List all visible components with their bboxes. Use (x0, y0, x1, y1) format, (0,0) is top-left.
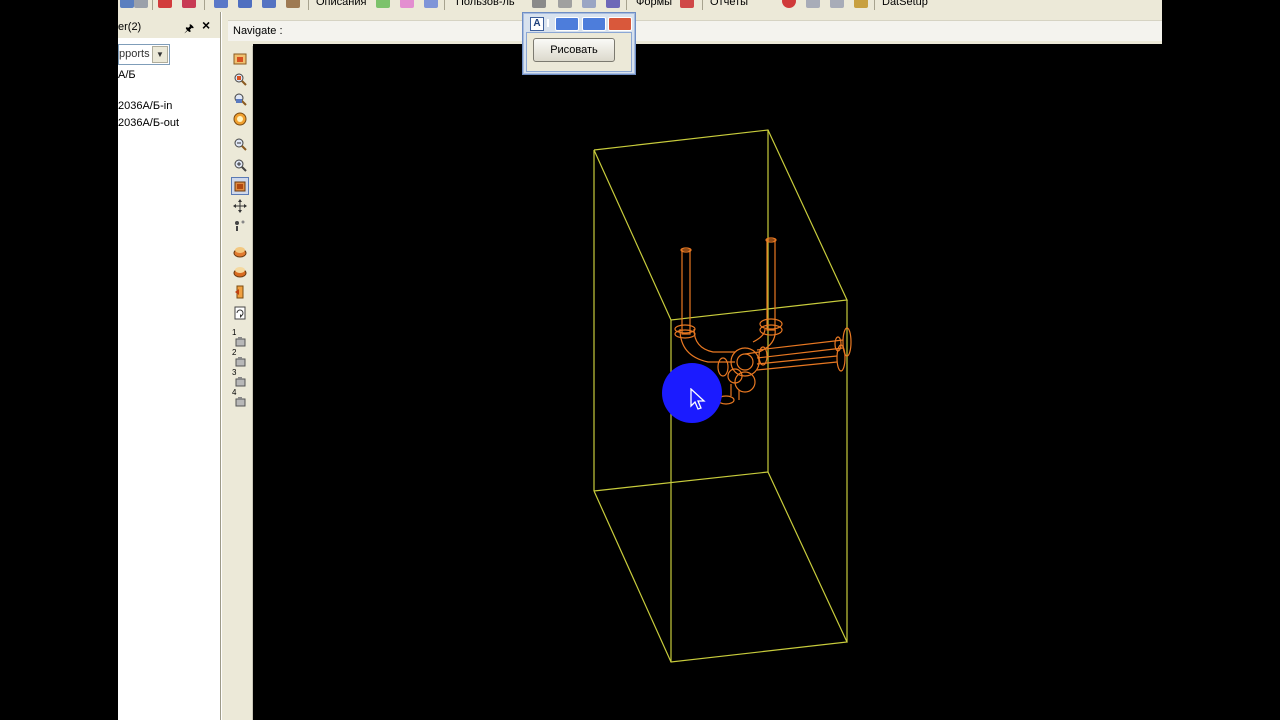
layer-2-icon[interactable] (238, 0, 252, 8)
menu-dataset[interactable]: DatSetup (882, 0, 928, 8)
tree-item[interactable]: А/Б (118, 69, 136, 81)
user-tool-4-icon[interactable] (606, 0, 620, 8)
user-tool-1-icon[interactable] (532, 0, 546, 8)
navigate-bar: Navigate : (228, 20, 1162, 41)
view-toolbar: 1 2 3 4 (228, 46, 253, 720)
zoom-icon[interactable] (232, 157, 248, 173)
zoom-in-icon[interactable] (232, 136, 248, 152)
pointer-icon[interactable] (134, 0, 148, 8)
open-model-icon[interactable] (232, 51, 248, 67)
pan-icon[interactable] (232, 198, 248, 214)
saved-view-2-icon[interactable] (232, 353, 248, 369)
rotate-icon[interactable] (232, 305, 248, 321)
tree-item[interactable]: 2036А/Б-in (118, 100, 172, 112)
forms-icon[interactable] (680, 0, 694, 8)
report-1-icon[interactable] (806, 0, 820, 8)
zoom-window-icon[interactable] (232, 71, 248, 87)
render-icon[interactable] (232, 264, 248, 280)
saved-view-3-icon[interactable] (232, 373, 248, 389)
dialog-body: Рисовать (526, 32, 632, 72)
user-tool-3-icon[interactable] (582, 0, 596, 8)
saved-view-1-icon[interactable] (232, 333, 248, 349)
stop-icon[interactable] (782, 0, 796, 8)
draw-dialog: A Рисовать (522, 12, 636, 75)
close-icon[interactable]: × (202, 17, 210, 33)
pink-doc-icon[interactable] (400, 0, 414, 8)
chevron-down-icon[interactable]: ▼ (152, 46, 168, 63)
remove-icon[interactable] (182, 0, 196, 8)
tree-item[interactable]: 2036А/Б-out (118, 117, 179, 129)
zoom-out-icon[interactable] (232, 91, 248, 107)
letterbox-right (1162, 0, 1280, 720)
user-tool-2-icon[interactable] (558, 0, 572, 8)
application-window: Описания Пользов-ль Формы Отчеты DatSetu… (118, 0, 1162, 720)
filter-dropdown[interactable]: pports ▼ (118, 44, 170, 65)
menu-user[interactable]: Пользов-ль (456, 0, 515, 8)
back-icon[interactable] (120, 0, 134, 8)
separator-icon (547, 19, 549, 27)
menu-description[interactable]: Описания (316, 0, 366, 8)
saved-view-4-icon[interactable] (232, 393, 248, 409)
menu-forms[interactable]: Формы (636, 0, 672, 8)
pin-icon[interactable]: 🖈︎ (184, 20, 194, 39)
mouse-cursor-icon (690, 388, 706, 410)
delete-icon[interactable] (158, 0, 172, 8)
section-icon[interactable] (232, 284, 248, 300)
navigate-label: Navigate : (233, 25, 283, 37)
shaded-view-icon[interactable] (231, 177, 249, 195)
minimize-icon[interactable] (555, 17, 579, 31)
menu-reports[interactable]: Отчеты (710, 0, 748, 8)
layer-1-icon[interactable] (214, 0, 228, 8)
close-icon[interactable] (608, 17, 632, 31)
blue-doc-icon[interactable] (424, 0, 438, 8)
zoom-extents-icon[interactable] (232, 111, 248, 127)
report-3-icon[interactable] (854, 0, 868, 8)
model-explorer-panel: er(2) 🖈︎ × pports ▼ А/Б 2036А/Б-in 2036А… (118, 12, 221, 720)
layer-3-icon[interactable] (262, 0, 276, 8)
walk-icon[interactable] (232, 218, 248, 234)
report-2-icon[interactable] (830, 0, 844, 8)
filter-value: pports (119, 48, 150, 60)
panel-splitter[interactable] (221, 12, 228, 720)
explorer-header: er(2) 🖈︎ × (118, 12, 220, 38)
maximize-icon[interactable] (582, 17, 606, 31)
draw-button[interactable]: Рисовать (533, 38, 615, 62)
font-icon: A (530, 17, 544, 31)
dialog-titlebar[interactable]: A (525, 15, 633, 31)
layer-4-icon[interactable] (286, 0, 300, 8)
light-icon[interactable] (232, 244, 248, 260)
green-doc-icon[interactable] (376, 0, 390, 8)
explorer-title: er(2) (118, 21, 142, 33)
